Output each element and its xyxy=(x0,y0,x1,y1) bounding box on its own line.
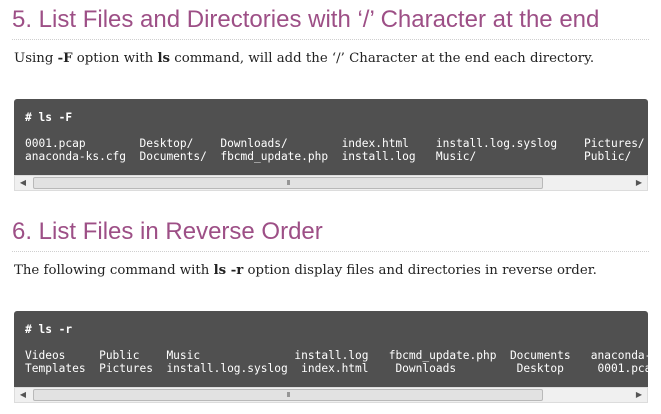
output-line-2: anaconda-ks.cfg Documents/ fbcmd_update.… xyxy=(25,150,632,163)
output-line-1: 0001.pcap Desktop/ Downloads/ index.html… xyxy=(25,137,645,150)
section-5-code-block: # ls -F 0001.pcap Desktop/ Downloads/ in… xyxy=(14,99,648,175)
scroll-left-icon[interactable]: ◀ xyxy=(15,388,31,402)
grip-icon: III xyxy=(286,391,290,399)
section-6-code-block: # ls -r Videos Public Music install.log … xyxy=(14,311,648,387)
command-line: # ls -r xyxy=(25,323,73,336)
output-line-1: Videos Public Music install.log fbcmd_up… xyxy=(25,349,648,362)
section-5-horizontal-scrollbar[interactable]: ◀ III ▶ xyxy=(14,175,648,191)
section-5-description: Using -F option with ls command, will ad… xyxy=(14,51,595,66)
section-6-divider xyxy=(12,251,649,252)
section-6-heading: 6. List Files in Reverse Order xyxy=(12,218,323,245)
section-6-horizontal-scrollbar[interactable]: ◀ III ▶ xyxy=(14,387,648,403)
scroll-right-icon[interactable]: ▶ xyxy=(631,176,647,190)
scroll-right-icon[interactable]: ▶ xyxy=(631,388,647,402)
scrollbar-thumb[interactable]: III xyxy=(33,389,543,401)
scroll-left-icon[interactable]: ◀ xyxy=(15,176,31,190)
command-line: # ls -F xyxy=(25,111,73,124)
grip-icon: III xyxy=(286,179,290,187)
section-5-heading: 5. List Files and Directories with ‘/’ C… xyxy=(12,6,600,33)
section-6-description: The following command with ls -r option … xyxy=(14,263,597,278)
section-5-divider xyxy=(12,39,649,40)
output-line-2: Templates Pictures install.log.syslog in… xyxy=(25,362,648,375)
scrollbar-thumb[interactable]: III xyxy=(33,177,543,189)
